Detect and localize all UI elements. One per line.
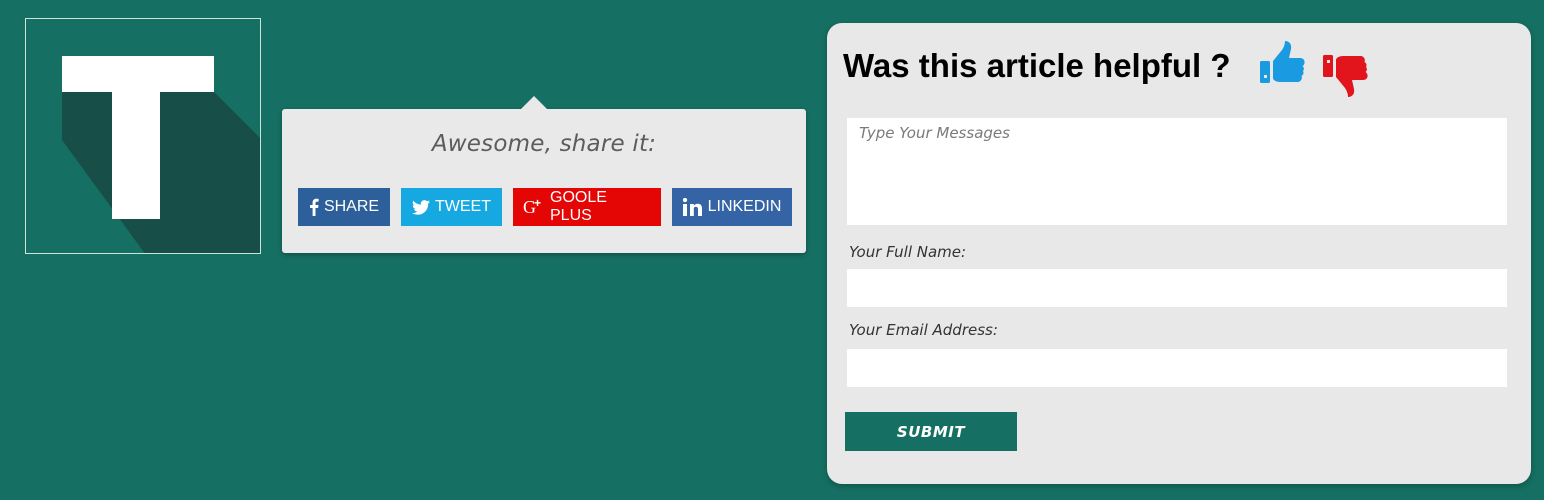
twitter-icon (412, 199, 430, 215)
share-popup: Awesome, share it: SHARE TWEET g + GOOLE… (282, 96, 806, 253)
svg-text:+: + (534, 197, 541, 210)
facebook-share-label: SHARE (323, 198, 380, 215)
google-plus-share-button[interactable]: g + GOOLE PLUS (513, 188, 661, 226)
tweet-label: TWEET (435, 198, 491, 215)
popup-caret (520, 96, 548, 110)
share-buttons: SHARE TWEET g + GOOLE PLUS (298, 188, 792, 226)
email-field[interactable] (847, 349, 1507, 387)
full-name-field[interactable] (847, 269, 1507, 307)
facebook-share-button[interactable]: SHARE (298, 188, 390, 226)
message-textarea[interactable] (847, 118, 1507, 225)
submit-button[interactable]: SUBMIT (845, 412, 1017, 451)
linkedin-label: LINKEDIN (707, 198, 782, 215)
logo-graphic (26, 19, 260, 253)
thumbs-down-icon[interactable] (1321, 51, 1369, 104)
google-plus-label: GOOLE PLUS (550, 189, 607, 224)
feedback-form: Was this article helpful ? Your Full Nam… (827, 23, 1531, 484)
thumbs-up-icon[interactable] (1258, 39, 1306, 92)
tweet-button[interactable]: TWEET (401, 188, 502, 226)
email-label: Your Email Address: (849, 321, 998, 339)
site-logo (25, 18, 261, 254)
facebook-icon (309, 198, 319, 216)
feedback-question: Was this article helpful ? (843, 47, 1231, 84)
linkedin-icon (682, 198, 703, 216)
google-plus-icon: g + (523, 197, 545, 217)
full-name-label: Your Full Name: (849, 243, 967, 261)
share-title: Awesome, share it: (431, 131, 657, 157)
linkedin-share-button[interactable]: LINKEDIN (672, 188, 792, 226)
